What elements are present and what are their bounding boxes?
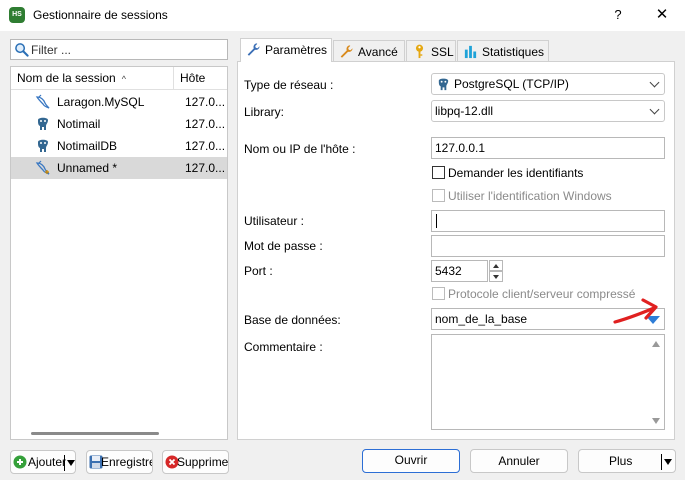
postgresql-elephant-icon (38, 139, 48, 152)
port-value: 5432 (435, 264, 462, 278)
password-label: Mot de passe : (244, 239, 323, 253)
host-value: 127.0.0.1 (435, 141, 486, 155)
arrow-up-icon[interactable] (652, 341, 660, 347)
tab-avance[interactable]: Avancé (333, 40, 405, 61)
port-input[interactable]: 5432 (431, 260, 488, 282)
chevron-down-icon (649, 77, 660, 88)
vertical-scrollbar[interactable] (649, 335, 664, 429)
session-host: 127.0... (185, 117, 226, 131)
window-title: Gestionnaire de sessions (33, 8, 168, 22)
user-input[interactable] (431, 210, 665, 232)
horizontal-scrollbar[interactable] (13, 429, 223, 437)
column-header-host[interactable]: Hôte (174, 67, 227, 90)
arrow-down-icon (493, 275, 499, 279)
scrollbar-thumb[interactable] (31, 432, 159, 435)
save-button-label: Enregistrer (101, 455, 152, 469)
column-header-name[interactable]: Nom de la session ^ (11, 67, 174, 90)
session-row-selected[interactable]: Unnamed * 127.0... (11, 157, 227, 179)
network-type-select[interactable]: PostgreSQL (TCP/IP) (431, 73, 665, 95)
sort-ascending-icon: ^ (121, 74, 126, 84)
session-name: Unnamed * (57, 161, 118, 175)
dolphin-icon (35, 94, 50, 109)
postgresql-elephant-icon (438, 78, 449, 91)
session-host: 127.0... (185, 161, 226, 175)
postgresql-elephant-icon (38, 117, 48, 130)
password-input[interactable] (431, 235, 665, 257)
library-label: Library: (244, 105, 285, 119)
tab-label: Avancé (358, 45, 398, 59)
bar-chart-icon (464, 45, 477, 59)
port-increment-button[interactable] (489, 260, 503, 271)
delete-button-label: Supprimer (177, 455, 229, 469)
chevron-down-icon[interactable] (67, 460, 75, 466)
wrench-orange-icon (340, 45, 353, 58)
windows-auth-checkbox[interactable] (432, 189, 445, 202)
session-host: 127.0... (185, 139, 226, 153)
column-header-name-label: Nom de la session (17, 71, 116, 85)
app-logo-icon: HS (9, 7, 25, 23)
tab-label: SSL (431, 45, 454, 59)
prompt-credentials-label: Demander les identifiants (448, 166, 584, 180)
title-bar: HS Gestionnaire de sessions ? ✕ (0, 0, 685, 31)
filter-box[interactable] (10, 39, 228, 60)
search-icon (15, 43, 29, 57)
network-type-label: Type de réseau : (244, 78, 334, 92)
split-separator (661, 454, 662, 470)
add-button-label: Ajouter (28, 455, 67, 469)
filter-input[interactable] (31, 42, 221, 57)
arrow-up-icon (493, 264, 499, 268)
port-label: Port : (244, 264, 273, 278)
tab-label: Paramètres (265, 43, 328, 57)
network-type-value: PostgreSQL (TCP/IP) (454, 77, 569, 91)
save-button[interactable]: Enregistrer (86, 450, 153, 474)
session-row[interactable]: NotimailDB 127.0... (11, 135, 227, 157)
plus-circle-icon (13, 455, 27, 469)
database-label: Base de données: (244, 313, 341, 327)
host-input[interactable]: 127.0.0.1 (431, 137, 665, 159)
library-value: libpq-12.dll (435, 104, 494, 118)
text-cursor (436, 214, 437, 228)
session-name: Laragon.MySQL (57, 95, 145, 109)
prompt-credentials-checkbox[interactable] (432, 166, 445, 179)
session-row[interactable]: Notimail 127.0... (11, 113, 227, 135)
more-button[interactable]: Plus (578, 449, 676, 473)
arrow-down-icon[interactable] (652, 418, 660, 424)
library-select[interactable]: libpq-12.dll (431, 100, 665, 122)
chevron-down-icon (649, 104, 660, 115)
session-name: Notimail (57, 117, 101, 131)
more-button-label: Plus (609, 454, 633, 468)
dolphin-icon (35, 160, 50, 175)
wrench-icon (247, 43, 260, 56)
host-label: Nom ou IP de l'hôte : (244, 142, 356, 156)
session-row[interactable]: Laragon.MySQL 127.0... (11, 91, 227, 113)
chevron-down-icon[interactable] (664, 459, 672, 465)
session-host: 127.0... (185, 95, 226, 109)
open-button[interactable]: Ouvrir (362, 449, 460, 473)
close-button[interactable]: ✕ (650, 5, 674, 25)
database-value: nom_de_la_base (435, 312, 528, 326)
comment-textarea[interactable] (431, 334, 665, 430)
port-stepper[interactable] (489, 260, 503, 282)
key-icon (415, 44, 424, 59)
session-list[interactable]: Nom de la session ^ Hôte Laragon.MySQL 12… (10, 66, 228, 440)
tab-parametres[interactable]: Paramètres (240, 38, 332, 62)
help-button[interactable]: ? (606, 5, 630, 25)
cancel-button[interactable]: Annuler (470, 449, 568, 473)
annotation-arrow-icon (613, 298, 658, 324)
compression-label: Protocole client/serveur compressé (448, 287, 636, 301)
split-separator (64, 455, 65, 471)
user-label: Utilisateur : (244, 214, 305, 228)
tab-statistiques[interactable]: Statistiques (457, 40, 549, 61)
port-decrement-button[interactable] (489, 271, 503, 282)
windows-auth-label: Utiliser l'identification Windows (448, 189, 612, 203)
add-button[interactable]: Ajouter (10, 450, 76, 474)
tab-ssl[interactable]: SSL (406, 40, 456, 61)
session-name: NotimailDB (57, 139, 118, 153)
compression-checkbox[interactable] (432, 287, 445, 300)
comment-label: Commentaire : (244, 340, 323, 354)
delete-button[interactable]: Supprimer (162, 450, 229, 474)
tab-label: Statistiques (482, 45, 545, 59)
